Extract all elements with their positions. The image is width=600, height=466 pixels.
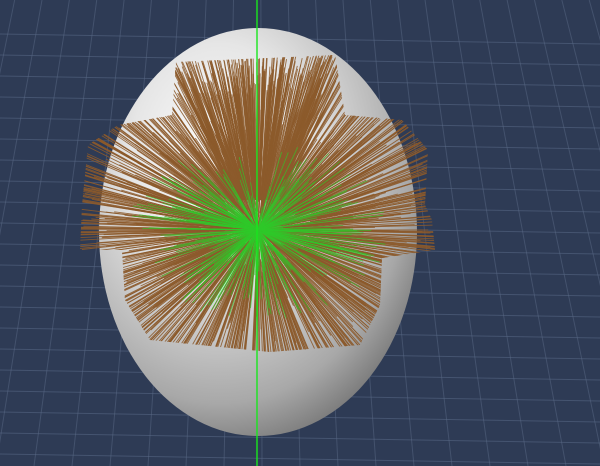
- 3d-viewport[interactable]: [0, 0, 600, 466]
- viewport-canvas[interactable]: [0, 0, 600, 466]
